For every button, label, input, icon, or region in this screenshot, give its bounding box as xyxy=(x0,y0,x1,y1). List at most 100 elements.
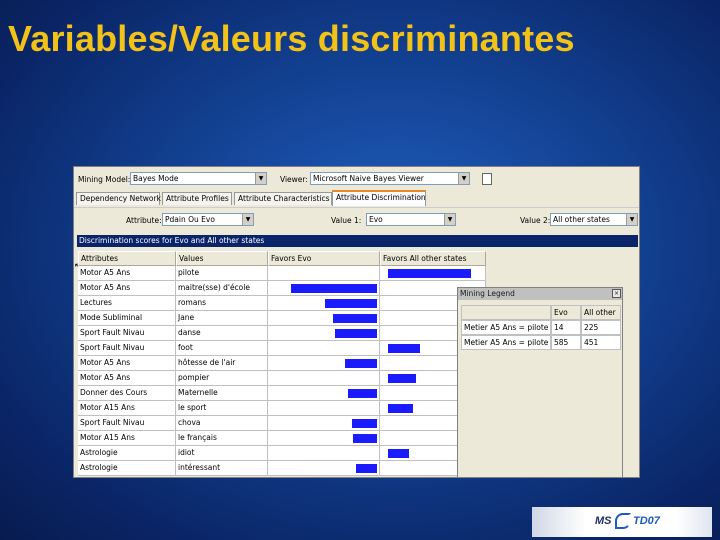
attribute-cell: Motor A5 Ans xyxy=(78,371,176,386)
value-cell: pilote xyxy=(176,266,268,281)
favors-other-cell xyxy=(380,266,486,281)
viewer-value: Microsoft Naive Bayes Viewer xyxy=(313,174,424,183)
table-row[interactable]: Astrologie intéressant xyxy=(78,461,486,476)
viewer-label: Viewer: xyxy=(280,175,308,184)
favors-other-bar xyxy=(388,449,409,458)
favors-evo-cell xyxy=(268,431,380,446)
legend-label-cell: Metier A5 Ans = pilote xyxy=(461,335,551,350)
favors-evo-bar xyxy=(335,329,377,338)
table-row[interactable]: Mode Subliminal Jane xyxy=(78,311,486,326)
legend-other-cell: 225 xyxy=(581,320,621,335)
mining-model-select[interactable]: Bayes Mode ▼ xyxy=(130,172,267,185)
favors-evo-cell xyxy=(268,416,380,431)
favors-evo-cell xyxy=(268,326,380,341)
favors-evo-cell xyxy=(268,401,380,416)
table-row[interactable]: Motor A5 Ans hôtesse de l'air xyxy=(78,356,486,371)
value1-select[interactable]: Evo ▼ xyxy=(366,213,456,226)
attribute-cell: Motor A15 Ans xyxy=(78,401,176,416)
chevron-down-icon[interactable]: ▼ xyxy=(458,173,469,184)
value-cell: danse xyxy=(176,326,268,341)
chevron-down-icon[interactable]: ▼ xyxy=(444,214,455,225)
legend-evo-cell: 14 xyxy=(551,320,581,335)
attribute-cell: Sport Fault Nivau xyxy=(78,326,176,341)
legend-row: Metier A5 Ans = pilote 585 451 xyxy=(461,335,621,350)
value-cell: foot xyxy=(176,341,268,356)
favors-evo-cell xyxy=(268,341,380,356)
viewer-select[interactable]: Microsoft Naive Bayes Viewer ▼ xyxy=(310,172,470,185)
value-cell: chova xyxy=(176,416,268,431)
table-row[interactable]: Sport Fault Nivau danse xyxy=(78,326,486,341)
copy-icon[interactable] xyxy=(482,173,492,185)
mining-legend-panel[interactable]: Mining Legend × Evo All other Metier A5 … xyxy=(457,287,623,477)
legend-evo-cell: 585 xyxy=(551,335,581,350)
table-row[interactable]: Motor A15 Ans le français xyxy=(78,431,486,446)
favors-evo-bar xyxy=(333,314,377,323)
value-cell: intéressant xyxy=(176,461,268,476)
column-header-favors-evo[interactable]: Favors Evo xyxy=(268,251,380,266)
column-header-favors-other[interactable]: Favors All other states xyxy=(380,251,486,266)
attribute-select[interactable]: Pdain Ou Evo ▼ xyxy=(162,213,254,226)
close-icon[interactable]: × xyxy=(612,289,621,298)
ms-td07-logo: MS TD07 xyxy=(532,507,712,537)
value2-select[interactable]: All other states ▼ xyxy=(550,213,638,226)
logo-ms-text: MS xyxy=(595,515,612,527)
attribute-cell: Sport Fault Nivau xyxy=(78,416,176,431)
legend-header-row: Evo All other xyxy=(461,305,621,320)
legend-header-evo: Evo xyxy=(551,305,581,320)
discrimination-filters: Attribute: Pdain Ou Evo ▼ Value 1: Evo ▼… xyxy=(74,207,639,229)
attribute-cell: Motor A5 Ans xyxy=(78,281,176,296)
favors-other-bar xyxy=(388,374,416,383)
table-row[interactable]: Sport Fault Nivau chova xyxy=(78,416,486,431)
discrimination-header: Discrimination scores for Evo and All ot… xyxy=(77,235,638,247)
favors-evo-bar xyxy=(345,359,377,368)
table-row[interactable]: Lectures romans xyxy=(78,296,486,311)
favors-other-bar xyxy=(388,344,420,353)
value1-value: Evo xyxy=(369,215,383,224)
favors-evo-bar xyxy=(348,389,377,398)
attribute-cell: Astrologie xyxy=(78,461,176,476)
swirl-logo-icon xyxy=(615,513,631,529)
value-cell: Jane xyxy=(176,311,268,326)
tab-attribute-characteristics[interactable]: Attribute Characteristics xyxy=(234,192,332,205)
mining-legend-title: Mining Legend × xyxy=(458,288,622,300)
favors-evo-cell xyxy=(268,461,380,476)
attribute-cell: Astrologie xyxy=(78,446,176,461)
favors-other-bar xyxy=(388,269,471,278)
favors-evo-cell xyxy=(268,266,380,281)
viewer-toolbar: Mining Model: Bayes Mode ▼ Viewer: Micro… xyxy=(74,167,639,189)
value-cell: le sport xyxy=(176,401,268,416)
slide-title: Variables/Valeurs discriminantes xyxy=(8,18,575,59)
value-cell: idiot xyxy=(176,446,268,461)
logo-td-text: TD07 xyxy=(633,515,660,527)
tab-attribute-profiles[interactable]: Attribute Profiles xyxy=(162,192,232,205)
favors-evo-cell xyxy=(268,296,380,311)
favors-evo-cell xyxy=(268,386,380,401)
chevron-down-icon[interactable]: ▼ xyxy=(255,173,266,184)
table-row[interactable]: Astrologie idiot xyxy=(78,446,486,461)
favors-evo-cell xyxy=(268,281,380,296)
table-row[interactable]: Motor A5 Ans pilote xyxy=(78,266,486,281)
table-row[interactable]: Motor A15 Ans le sport xyxy=(78,401,486,416)
legend-row: Metier A5 Ans = pilote 14 225 xyxy=(461,320,621,335)
attribute-cell: Motor A5 Ans xyxy=(78,356,176,371)
attribute-cell: Sport Fault Nivau xyxy=(78,341,176,356)
chevron-down-icon[interactable]: ▼ xyxy=(242,214,253,225)
mining-legend-title-text: Mining Legend xyxy=(460,289,515,298)
table-row[interactable]: Motor A5 Ans maitre(sse) d'école xyxy=(78,281,486,296)
favors-evo-cell xyxy=(268,371,380,386)
favors-evo-cell xyxy=(268,446,380,461)
tab-attribute-discrimination[interactable]: Attribute Discrimination xyxy=(332,190,426,206)
favors-other-bar xyxy=(388,404,413,413)
column-header-values[interactable]: Values xyxy=(176,251,268,266)
legend-header-other: All other xyxy=(581,305,621,320)
favors-evo-bar xyxy=(353,434,377,443)
favors-evo-cell xyxy=(268,356,380,371)
column-header-attributes[interactable]: Attributes xyxy=(78,251,176,266)
tab-dependency-network[interactable]: Dependency Network xyxy=(76,192,161,205)
chevron-down-icon[interactable]: ▼ xyxy=(626,214,637,225)
value-cell: le français xyxy=(176,431,268,446)
table-row[interactable]: Sport Fault Nivau foot xyxy=(78,341,486,356)
value2-label: Value 2: xyxy=(520,216,551,225)
table-row[interactable]: Donner des Cours Maternelle xyxy=(78,386,486,401)
table-row[interactable]: Motor A5 Ans pompier xyxy=(78,371,486,386)
